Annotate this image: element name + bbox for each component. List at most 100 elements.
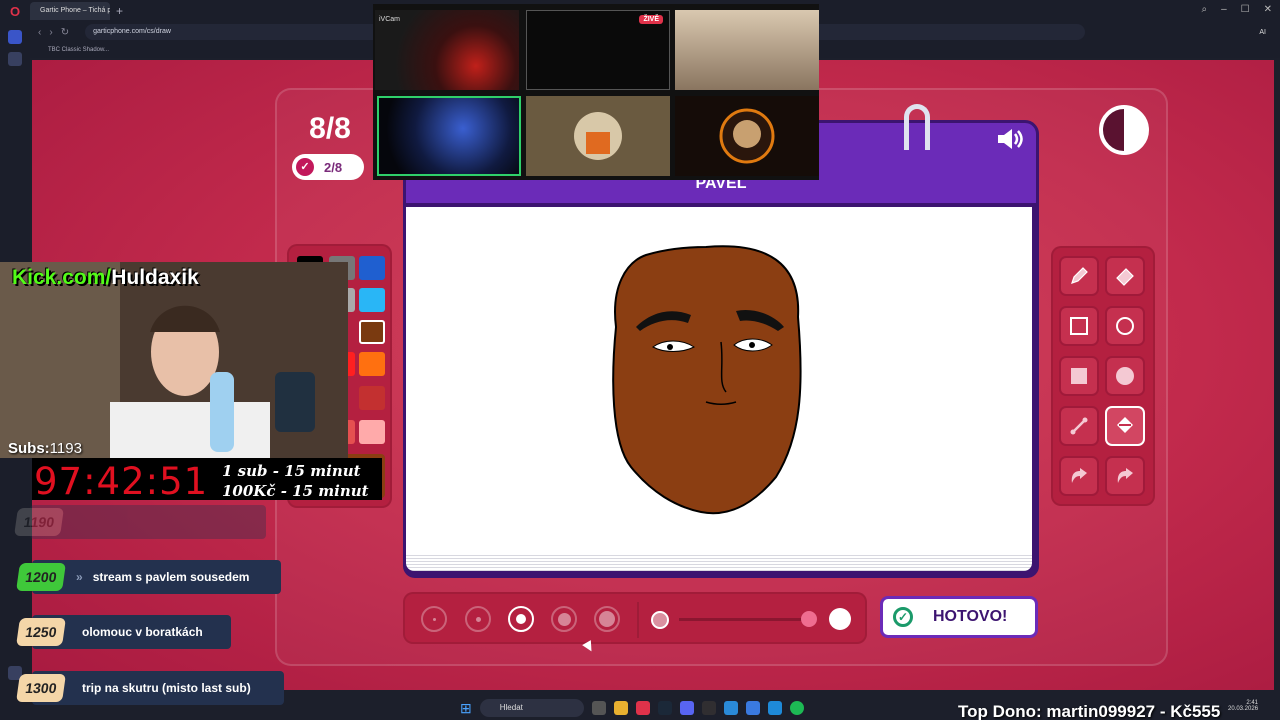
goal-text: stream s pavlem sousedem (92, 570, 250, 584)
tool-panel (1051, 246, 1155, 506)
countdown-value: 97:42:51 (34, 460, 209, 503)
goal-number: 1300 (16, 674, 66, 702)
opera-logo-icon[interactable]: O (0, 0, 30, 22)
rectangle-filled-icon (1071, 368, 1087, 384)
maximize-icon[interactable]: ☐ (1241, 4, 1250, 15)
notebook-pages (406, 553, 1032, 571)
brush-size-3[interactable] (508, 606, 534, 632)
forward-icon[interactable]: › (49, 27, 52, 38)
brush-size-5[interactable] (594, 606, 620, 632)
eraser-icon (1116, 268, 1134, 286)
system-clock: 2:41 20.03.2026 (1228, 700, 1258, 712)
app-icon[interactable] (723, 701, 738, 715)
back-icon[interactable]: ‹ (38, 27, 41, 38)
cam-tile: ŽIVĚ (526, 10, 670, 90)
filled-rectangle-tool[interactable] (1059, 356, 1099, 396)
canvas-frame (403, 204, 1039, 578)
notebook-ring (904, 104, 930, 150)
round-counter: 8/8 (309, 112, 351, 145)
brush-size-2[interactable] (465, 606, 491, 632)
file-explorer-icon[interactable] (613, 701, 628, 715)
goal-item: 1300 trip na skutru (misto last sub) (16, 671, 284, 705)
kick-channel: Kick.com/Huldaxik (12, 266, 199, 290)
home-icon[interactable] (8, 30, 22, 44)
brush-size-1[interactable] (421, 606, 447, 632)
goal-number: 1250 (16, 618, 66, 646)
cam-tile (675, 96, 819, 176)
task-view-icon[interactable] (591, 701, 606, 715)
color-swatch[interactable] (359, 352, 385, 376)
sub-rule: 1 sub - 15 minut (222, 462, 361, 480)
steam-icon[interactable] (657, 701, 672, 715)
drawing-canvas[interactable] (406, 207, 1032, 553)
volume-icon[interactable] (996, 126, 1024, 152)
ellipse-tool[interactable] (1105, 306, 1145, 346)
brush-settings (403, 592, 867, 644)
color-swatch[interactable] (359, 256, 385, 280)
close-icon[interactable]: ✕ (1264, 4, 1272, 15)
opacity-min-icon (651, 611, 669, 629)
avatar (719, 108, 775, 164)
camera-grid: iVCam ŽIVĚ (373, 4, 819, 180)
opacity-slider-handle[interactable] (801, 611, 817, 627)
color-swatch[interactable] (359, 288, 385, 312)
obs-icon[interactable] (701, 701, 716, 715)
discord-icon[interactable] (679, 701, 694, 715)
minimize-icon[interactable]: – (1221, 4, 1227, 15)
windows-taskbar: ⊞ Hledat (460, 696, 820, 720)
notepad-icon[interactable] (745, 701, 760, 715)
pin-icon[interactable] (8, 52, 22, 66)
chevron-right-icon: » (76, 570, 83, 584)
ai-icon[interactable]: AI (1259, 29, 1266, 36)
done-button[interactable]: ✓ HOTOVO! (880, 596, 1038, 638)
goal-text: trip na skutru (misto last sub) (82, 681, 251, 695)
drawing (612, 245, 802, 515)
check-icon: ✓ (296, 158, 314, 176)
color-swatch[interactable] (359, 420, 385, 444)
check-circle-icon: ✓ (893, 607, 913, 627)
pen-tool[interactable] (1059, 256, 1099, 296)
players-done-badge: ✓ 2/8 (292, 154, 364, 180)
filled-ellipse-tool[interactable] (1105, 356, 1145, 396)
line-tool[interactable] (1059, 406, 1099, 446)
screen: O Gartic Phone – Tichá pošt + ⌕ – ☐ ✕ ‹ … (0, 0, 1280, 720)
undo-icon (1071, 468, 1087, 483)
windows-start-icon[interactable]: ⊞ (460, 700, 472, 717)
goal-number: 1190 (14, 508, 64, 536)
rectangle-outline-icon (1070, 317, 1088, 335)
cam-tile (675, 10, 819, 90)
opacity-slider[interactable] (679, 618, 817, 621)
search-icon[interactable]: ⌕ (1201, 4, 1207, 15)
undo-tool[interactable] (1059, 456, 1099, 496)
done-button-label: HOTOVO! (933, 608, 1008, 625)
kick-username: Huldaxik (111, 266, 199, 289)
players-done-count: 2/8 (324, 159, 343, 175)
fill-tool[interactable] (1105, 406, 1145, 446)
eraser-tool[interactable] (1105, 256, 1145, 296)
goal-item: 1200 » stream s pavlem sousedem (16, 560, 281, 594)
goal-text: olomouc v boratkách (82, 625, 203, 639)
cam-tile: iVCam (375, 10, 519, 90)
subathon-timer: 97:42:51 1 sub - 15 minut 100Kč - 15 min… (32, 458, 382, 503)
browser-tab[interactable]: Gartic Phone – Tichá pošt (30, 2, 110, 20)
color-swatch-selected[interactable] (359, 320, 385, 344)
reload-icon[interactable]: ↻ (61, 27, 69, 38)
opera-icon[interactable] (635, 701, 650, 715)
color-swatch[interactable] (359, 386, 385, 410)
redo-tool[interactable] (1105, 456, 1145, 496)
streamer-webcam (0, 262, 348, 458)
cam-tile (526, 96, 670, 176)
taskbar-search[interactable]: Hledat (479, 699, 584, 717)
edge-icon[interactable] (767, 701, 782, 715)
kick-prefix: Kick.com/ (12, 266, 112, 289)
brush-size-4[interactable] (551, 606, 577, 632)
new-tab-icon[interactable]: + (116, 4, 123, 18)
line-icon (1070, 417, 1088, 435)
rectangle-tool[interactable] (1059, 306, 1099, 346)
ellipse-outline-icon (1116, 317, 1134, 335)
subs-value: 1193 (49, 440, 82, 457)
avatar (574, 112, 622, 160)
cam-label: iVCam (379, 16, 401, 23)
donation-rule: 100Kč - 15 minut (222, 482, 369, 500)
spotify-icon[interactable] (789, 701, 804, 715)
